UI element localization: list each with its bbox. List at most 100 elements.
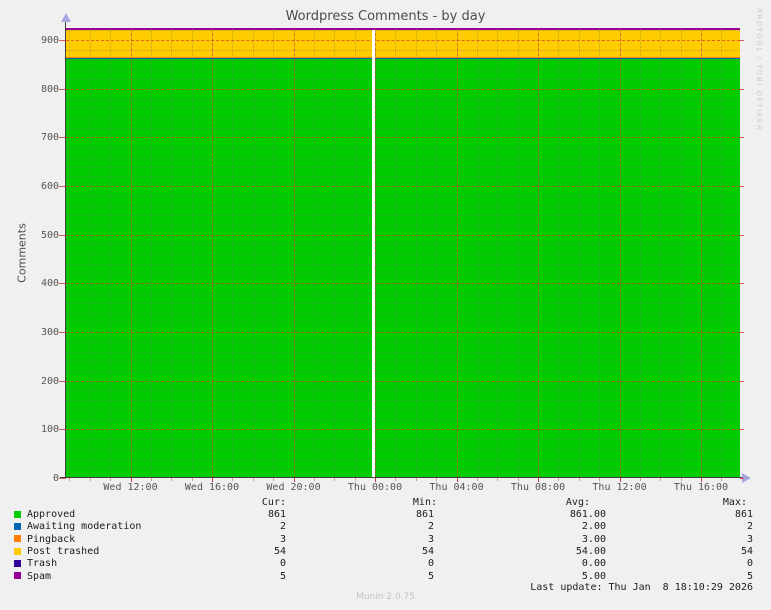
chart-plot-area (66, 28, 740, 478)
rrdtool-watermark: RRDTOOL / TOBI OETIKER (755, 8, 763, 132)
legend-value: 861 (415, 509, 434, 520)
x-tick-mark-minor (150, 478, 152, 481)
gridline-minor-horizontal (66, 419, 740, 421)
gridline-minor-horizontal (66, 147, 740, 149)
gridline-minor-horizontal (66, 176, 740, 178)
y-tick-mark (740, 186, 744, 188)
y-tick-mark (740, 40, 744, 42)
gridline-major-horizontal (66, 332, 740, 334)
x-tick-mark-minor (273, 478, 275, 481)
x-tick-label: Thu 16:00 (673, 482, 729, 493)
legend-value: 54 (273, 546, 286, 558)
x-tick-label: Wed 12:00 (103, 482, 158, 493)
legend-swatch-trash (14, 559, 21, 567)
x-tick-mark-minor (721, 478, 723, 481)
x-tick-mark-minor (313, 478, 315, 481)
gridline-minor-horizontal (66, 69, 740, 71)
legend-value: 0.00 (581, 558, 606, 570)
y-tick-mark (740, 88, 744, 90)
y-tick-label: 800 (40, 83, 59, 95)
gridline-major-vertical (130, 28, 132, 478)
gridline-minor-horizontal (66, 263, 740, 265)
gridline-minor-horizontal (66, 400, 740, 402)
x-tick-mark-minor (456, 478, 458, 481)
series-band-approved (66, 59, 740, 478)
y-tick-mark (59, 429, 66, 431)
y-tick-mark (740, 429, 744, 431)
gridline-minor-horizontal (66, 361, 740, 363)
legend-value: 861 (267, 509, 286, 520)
legend-label: Trash (27, 558, 58, 570)
x-tick-mark-minor (415, 478, 417, 481)
legend-value: 5.00 (581, 570, 606, 582)
gridline-major-horizontal (66, 186, 740, 188)
x-tick-mark-minor (639, 478, 641, 481)
x-tick-mark-minor (497, 478, 499, 481)
x-tick-label: Thu 12:00 (592, 482, 647, 493)
y-tick-mark (59, 137, 66, 139)
gridline-minor-horizontal (66, 254, 740, 256)
gridline-minor-horizontal (66, 439, 740, 441)
gridline-major-vertical (212, 28, 213, 478)
x-tick-mark-minor (334, 478, 336, 481)
x-tick-mark-minor (517, 478, 519, 481)
munin-graph-page: Wordpress Comments - by day Comments RRD… (0, 0, 771, 610)
x-tick-mark-minor (69, 478, 71, 481)
legend-value: 2 (427, 521, 434, 533)
y-axis-arrow-icon (61, 13, 71, 22)
gridline-major-horizontal (66, 234, 740, 236)
y-tick-mark (59, 478, 66, 479)
legend-swatch-awaiting-moderation (14, 522, 21, 530)
legend-label: Pingback (27, 533, 76, 545)
legend-value: 54 (740, 546, 753, 558)
y-tick-label: 100 (40, 424, 59, 436)
legend-swatch-post-trashed (14, 547, 21, 555)
x-tick-mark-minor (375, 478, 377, 481)
gridline-minor-horizontal (66, 322, 740, 324)
x-tick-label: Thu 08:00 (510, 482, 566, 493)
x-tick-label: Thu 04:00 (429, 482, 484, 493)
gridline-minor-horizontal (66, 108, 740, 110)
gridline-major-horizontal (66, 283, 740, 285)
x-tick-mark-minor (293, 478, 295, 481)
legend-label: Post trashed (27, 546, 100, 558)
legend-swatch-approved (14, 510, 21, 518)
x-tick-mark-minor (252, 478, 254, 481)
gridline-major-vertical (701, 28, 702, 478)
gridline-major-vertical (375, 28, 376, 478)
y-tick-mark (59, 40, 66, 42)
gridline-major-vertical (619, 28, 621, 478)
gridline-minor-horizontal (66, 273, 740, 275)
legend-value: 3 (279, 533, 286, 545)
y-axis-line (65, 22, 66, 478)
x-tick-mark-minor (599, 478, 601, 481)
x-tick-mark-minor (476, 478, 478, 481)
gridline-minor-horizontal (66, 468, 740, 470)
legend-value: 0 (427, 558, 434, 570)
x-tick-mark-minor (354, 478, 356, 481)
gridline-major-horizontal (66, 88, 740, 90)
x-tick-mark-minor (110, 478, 112, 481)
legend-value: 2.00 (581, 521, 606, 533)
legend-label: Approved (27, 509, 76, 520)
gridline-minor-horizontal (66, 370, 740, 372)
gridline-minor-horizontal (66, 448, 740, 450)
legend-value: 3 (746, 533, 753, 545)
gridline-minor-horizontal (66, 205, 740, 207)
gridline-minor-horizontal (66, 215, 740, 217)
x-tick-mark-minor (436, 478, 438, 481)
gridline-minor-horizontal (66, 244, 740, 246)
y-tick-label: 400 (40, 278, 59, 290)
y-tick-label: 500 (40, 229, 59, 241)
y-tick-mark (59, 88, 66, 90)
y-tick-mark (59, 234, 66, 236)
y-tick-mark (59, 332, 66, 334)
x-tick-mark-minor (212, 478, 214, 481)
legend-value: 0 (746, 558, 753, 570)
gridline-minor-horizontal (66, 30, 740, 32)
x-tick-mark-minor (395, 478, 397, 481)
y-tick-mark (59, 283, 66, 285)
y-tick-label: 0 (52, 473, 59, 484)
x-tick-mark-minor (578, 478, 580, 481)
legend-column-header: Min: (412, 497, 437, 508)
